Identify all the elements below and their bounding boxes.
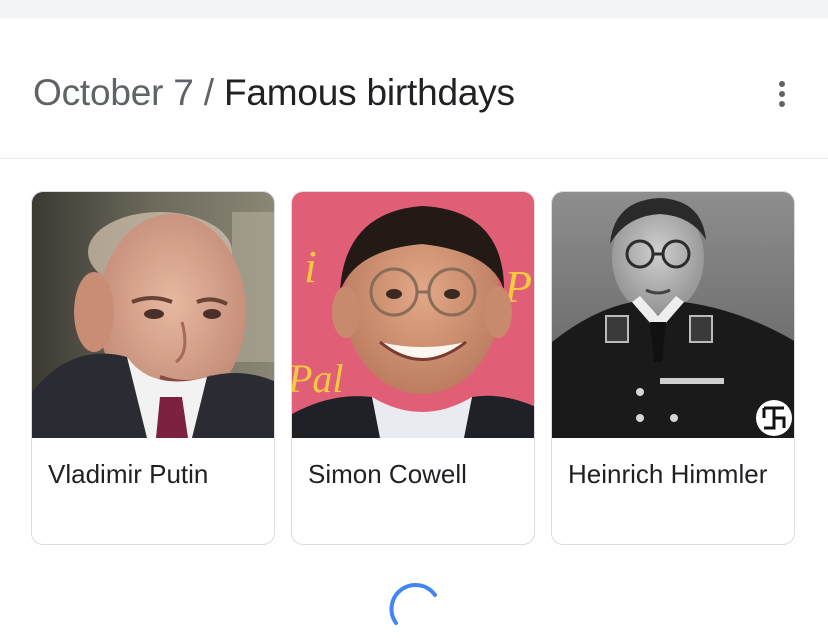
- person-photo: i P Pal: [292, 192, 534, 438]
- title-separator: /: [203, 72, 214, 113]
- more-vert-icon: [779, 79, 785, 109]
- person-card-cowell[interactable]: i P Pal Simon Cowell: [291, 191, 535, 545]
- person-name[interactable]: Heinrich Himmler: [568, 454, 780, 494]
- person-card-putin[interactable]: Vladimir Putin: [31, 191, 275, 545]
- page-title: October 7 / Famous birthdays: [33, 71, 515, 115]
- svg-text:Pal: Pal: [292, 356, 344, 401]
- card-header: October 7 / Famous birthdays: [0, 40, 828, 144]
- top-strip: [0, 0, 828, 18]
- person-name[interactable]: Simon Cowell: [308, 454, 520, 494]
- more-options-button[interactable]: [764, 76, 800, 112]
- title-text: Famous birthdays: [223, 72, 515, 113]
- title-date[interactable]: October 7: [33, 72, 194, 113]
- person-photo: [32, 192, 274, 438]
- birthday-carousel: Vladimir Putin i P Pal Simon Cowell Hein…: [0, 191, 828, 547]
- person-card-himmler[interactable]: Heinrich Himmler: [551, 191, 795, 545]
- svg-text:i: i: [304, 241, 317, 292]
- divider: [0, 158, 828, 159]
- person-photo: [552, 192, 794, 438]
- loading-spinner-icon: [385, 578, 439, 632]
- person-name[interactable]: Vladimir Putin: [48, 454, 260, 494]
